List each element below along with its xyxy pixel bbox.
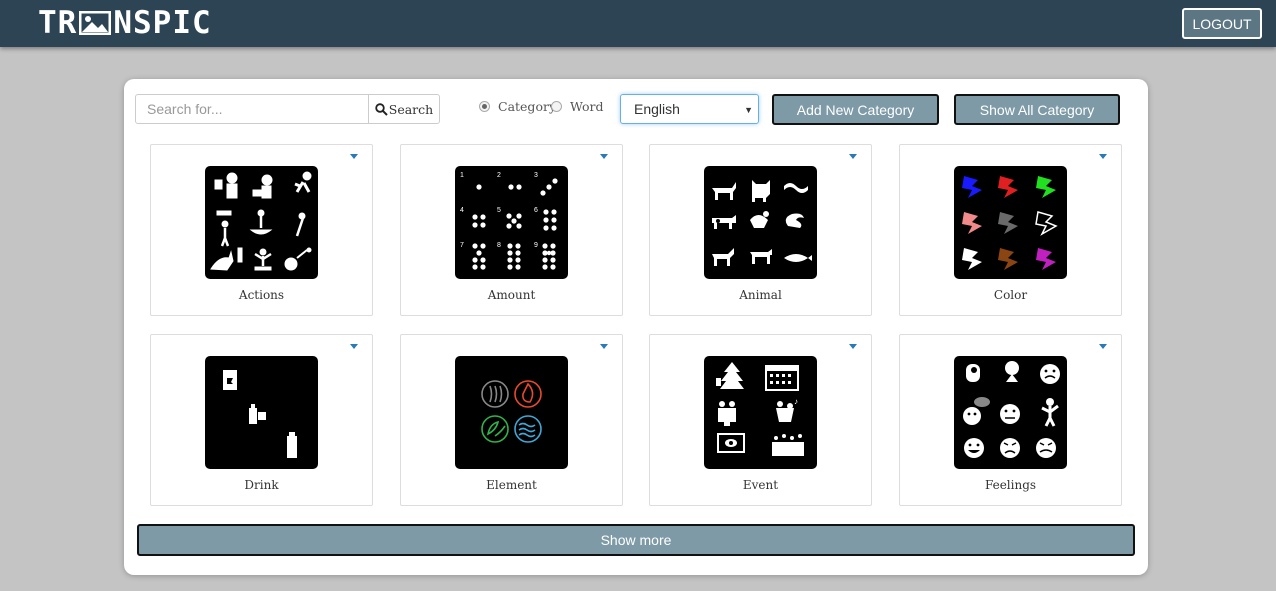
category-card-label: Drink xyxy=(244,478,279,492)
radio-word-dot[interactable] xyxy=(551,101,562,112)
card-menu-caret-icon[interactable] xyxy=(600,154,608,159)
language-select[interactable]: English ▼ xyxy=(620,94,759,124)
radio-category-label: Category xyxy=(498,99,557,114)
color-swatches-collage-icon xyxy=(954,166,1067,279)
card-menu-caret-icon[interactable] xyxy=(849,154,857,159)
category-panel: Search Category Word English ▼ Add New C… xyxy=(124,79,1148,575)
card-menu-caret-icon[interactable] xyxy=(849,344,857,349)
radio-word-label: Word xyxy=(570,99,604,114)
category-card-label: Color xyxy=(993,288,1028,302)
events-collage-icon: ♪ xyxy=(704,356,817,469)
language-select-value: English xyxy=(634,101,680,117)
search-button-label: Search xyxy=(388,101,434,117)
category-card-label: Animal xyxy=(739,288,782,302)
animals-collage-icon xyxy=(704,166,817,279)
show-more-button[interactable]: Show more xyxy=(137,524,1135,556)
radio-word[interactable]: Word xyxy=(551,99,604,114)
category-card-label: Element xyxy=(486,478,537,492)
category-card-element[interactable]: Element xyxy=(400,334,623,506)
category-card-label: Amount xyxy=(487,288,536,302)
svg-text:8: 8 xyxy=(497,242,501,249)
radio-category[interactable]: Category xyxy=(479,99,556,114)
category-card-label: Actions xyxy=(238,288,285,302)
faces-collage-icon xyxy=(954,356,1067,469)
caret-down-icon: ▼ xyxy=(744,105,753,115)
logo-picture-icon xyxy=(78,10,112,36)
category-card-label: Feelings xyxy=(984,478,1037,492)
svg-text:3: 3 xyxy=(534,172,538,179)
category-card-label: Event xyxy=(742,478,779,492)
card-menu-caret-icon[interactable] xyxy=(1099,344,1107,349)
search-button[interactable]: Search xyxy=(368,94,440,124)
card-menu-caret-icon[interactable] xyxy=(350,344,358,349)
logo-text-start: TR xyxy=(38,5,78,41)
radio-category-dot[interactable] xyxy=(479,101,490,112)
search-icon xyxy=(375,102,389,116)
logo[interactable]: TR NSPIC xyxy=(38,5,212,41)
svg-text:9: 9 xyxy=(534,242,538,249)
category-card-drink[interactable]: Drink xyxy=(150,334,373,506)
svg-text:6: 6 xyxy=(534,207,538,214)
actions-collage-icon xyxy=(205,166,318,279)
card-menu-caret-icon[interactable] xyxy=(600,344,608,349)
logo-text-end: NSPIC xyxy=(113,5,212,41)
add-new-category-button[interactable]: Add New Category xyxy=(772,94,939,125)
card-menu-caret-icon[interactable] xyxy=(1099,154,1107,159)
category-card-color[interactable]: Color xyxy=(899,144,1122,316)
category-card-amount[interactable]: 1 2 3 4 5 6 7 8 9 Amount xyxy=(400,144,623,316)
navbar: TR NSPIC LOGOUT xyxy=(0,0,1276,47)
card-menu-caret-icon[interactable] xyxy=(350,154,358,159)
four-elements-collage-icon xyxy=(455,356,568,469)
svg-text:♪: ♪ xyxy=(794,397,798,406)
category-card-feelings[interactable]: Feelings xyxy=(899,334,1122,506)
svg-text:2: 2 xyxy=(497,172,501,179)
svg-text:7: 7 xyxy=(460,242,464,249)
category-card-event[interactable]: ♪ Event xyxy=(649,334,872,506)
search-input[interactable] xyxy=(135,94,369,124)
category-card-animal[interactable]: Animal xyxy=(649,144,872,316)
drinks-collage-icon xyxy=(205,356,318,469)
category-card-actions[interactable]: Actions xyxy=(150,144,373,316)
svg-text:1: 1 xyxy=(460,172,464,179)
dice-numbers-collage-icon: 1 2 3 4 5 6 7 8 9 xyxy=(455,166,568,279)
svg-text:4: 4 xyxy=(460,207,464,214)
logout-button[interactable]: LOGOUT xyxy=(1182,8,1262,39)
show-all-category-button[interactable]: Show All Category xyxy=(954,94,1120,125)
svg-text:5: 5 xyxy=(497,207,501,214)
